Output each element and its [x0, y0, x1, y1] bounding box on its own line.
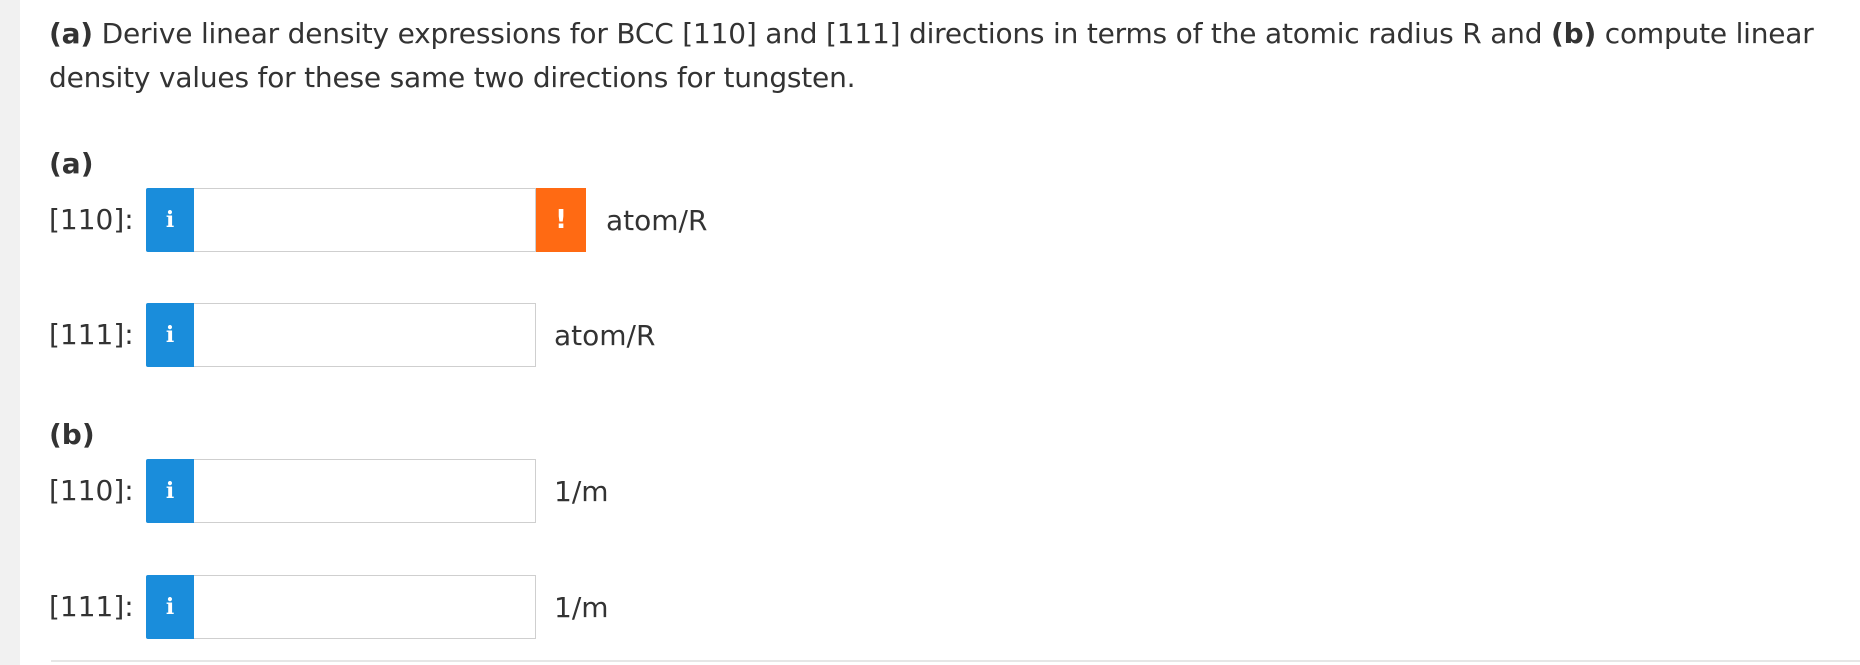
question-text-1: Derive linear density expressions for BC…: [92, 17, 1551, 50]
left-rail: [0, 0, 20, 665]
question-part-a-marker: (a): [49, 17, 93, 50]
info-button[interactable]: i: [146, 303, 194, 367]
unit-label: 1/m: [554, 474, 609, 508]
info-icon: i: [165, 207, 175, 233]
answer-row-b-110: [110]: i 1/m: [49, 459, 609, 523]
part-b-label: (b): [49, 418, 95, 451]
answer-row-a-110: [110]: i ! atom/R: [49, 188, 707, 252]
part-a-label: (a): [49, 147, 94, 180]
answer-row-a-111: [111]: i atom/R: [49, 303, 655, 367]
info-icon: i: [165, 322, 175, 348]
question-text: (a) Derive linear density expressions fo…: [49, 12, 1849, 100]
row-label: [110]:: [49, 203, 134, 236]
row-label: [111]:: [49, 318, 134, 351]
question-part-b-marker: (b): [1551, 17, 1597, 50]
info-icon: i: [165, 478, 175, 504]
answer-input-a-110[interactable]: [194, 188, 536, 252]
row-label: [111]:: [49, 590, 134, 623]
row-label: [110]:: [49, 474, 134, 507]
info-button[interactable]: i: [146, 459, 194, 523]
unit-label: 1/m: [554, 590, 609, 624]
answer-input-b-110[interactable]: [194, 459, 536, 523]
unit-label: atom/R: [554, 318, 656, 352]
info-button[interactable]: i: [146, 188, 194, 252]
info-icon: i: [165, 594, 175, 620]
answer-row-b-111: [111]: i 1/m: [49, 575, 609, 639]
bottom-divider: [51, 660, 1860, 662]
answer-input-a-111[interactable]: [194, 303, 536, 367]
info-button[interactable]: i: [146, 575, 194, 639]
answer-input-b-111[interactable]: [194, 575, 536, 639]
unit-label: atom/R: [606, 203, 708, 237]
warning-button[interactable]: !: [536, 188, 586, 252]
exclamation-icon: !: [555, 205, 567, 235]
